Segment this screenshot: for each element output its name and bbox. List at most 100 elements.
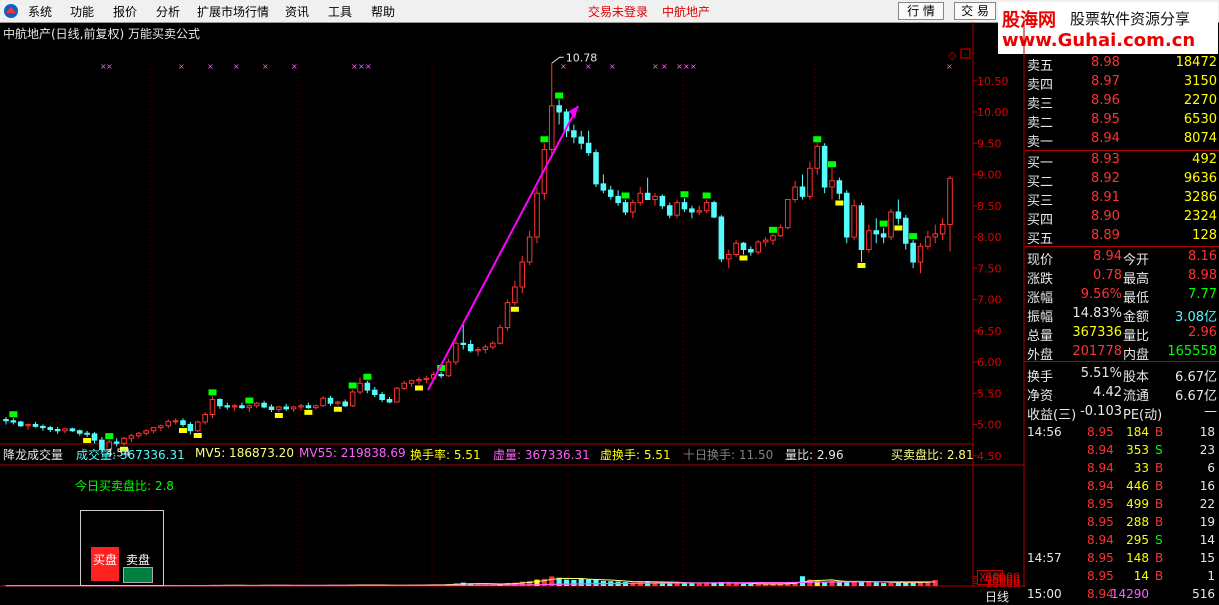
tick-count: 1 xyxy=(1207,569,1215,583)
tick-volume: 184 xyxy=(1126,425,1149,439)
tick-row[interactable]: 8.94295S14 xyxy=(1025,532,1219,550)
price-axis-label: 8.00 xyxy=(977,231,1002,244)
bid-price: 8.90 xyxy=(1091,209,1120,224)
tick-row[interactable]: 8.94446B16 xyxy=(1025,478,1219,496)
tick-count: 14 xyxy=(1200,533,1215,547)
indicator-turnover: 换手率: 5.51 xyxy=(410,446,481,463)
volume-multiplier: X10 xyxy=(977,570,1003,585)
candle-body xyxy=(763,240,768,242)
candle-body xyxy=(173,421,178,422)
ask-volume: 18472 xyxy=(1176,55,1217,70)
volume-bar xyxy=(881,583,886,586)
candle-body xyxy=(660,196,665,205)
candle-body xyxy=(852,206,857,237)
tick-volume: 14290 xyxy=(1111,587,1149,601)
volume-bar xyxy=(564,580,569,586)
stat-label: 涨幅 xyxy=(1027,287,1053,306)
menu-analysis[interactable]: 分析 xyxy=(156,3,180,20)
stat-label: 净资 xyxy=(1027,385,1053,404)
stat-row: 现价8.94今开8.16 xyxy=(1025,248,1219,267)
candle-body xyxy=(269,407,274,410)
candle-body xyxy=(33,425,38,427)
stat-label: 振幅 xyxy=(1027,306,1053,325)
brand-tagline: 股票软件资源分享 xyxy=(1070,8,1190,29)
candle-body xyxy=(446,362,451,376)
volume-bar xyxy=(734,584,739,586)
sell-signal-mark xyxy=(858,263,866,268)
candle-body xyxy=(785,200,790,228)
candle-body xyxy=(653,196,658,199)
menu-extended-market[interactable]: 扩展市场行情 xyxy=(197,3,269,20)
price-axis-label: 10.50 xyxy=(977,75,1009,88)
candle-body xyxy=(586,143,591,152)
tick-row[interactable]: 8.95499B22 xyxy=(1025,496,1219,514)
menu-system[interactable]: 系统 xyxy=(28,3,52,20)
trade-button[interactable]: 交 易 xyxy=(954,2,996,20)
candle-body xyxy=(365,383,370,390)
period-label[interactable]: 日线 xyxy=(985,588,1009,605)
tick-price: 8.94 xyxy=(1087,587,1114,601)
tick-price: 8.94 xyxy=(1087,461,1114,475)
tick-list[interactable]: 14:568.95184B188.94353S238.9433B68.94 446… xyxy=(1025,424,1219,584)
candle-body xyxy=(859,206,864,250)
ask-label: 卖三 xyxy=(1027,93,1053,112)
top-signal-marker: × xyxy=(178,62,185,71)
menu-news[interactable]: 资讯 xyxy=(285,3,309,20)
volume-bar xyxy=(756,584,761,586)
ask-label: 卖四 xyxy=(1027,74,1053,93)
candle-body xyxy=(166,421,171,425)
candle-body xyxy=(461,343,466,344)
stat-value: 8.16 xyxy=(1188,249,1217,264)
menu-function[interactable]: 功能 xyxy=(70,3,94,20)
tick-row[interactable]: 14:568.95184B18 xyxy=(1025,424,1219,442)
candle-body xyxy=(151,428,156,431)
candle-body xyxy=(402,383,407,388)
candle-body xyxy=(454,343,459,362)
tick-volume: 499 xyxy=(1126,497,1149,511)
signal-marks xyxy=(9,93,917,452)
market-button[interactable]: 行 情 xyxy=(898,2,944,20)
bid-row: 买三8.913286 xyxy=(1025,189,1219,208)
sell-signal-mark xyxy=(275,413,283,418)
tick-price: 8.94 xyxy=(1087,479,1114,493)
stat-value: 6.67亿 xyxy=(1175,385,1217,404)
tick-row[interactable]: 15:008.9414290516 xyxy=(1025,586,1219,604)
tick-volume: 446 xyxy=(1126,479,1149,493)
sell-signal-mark xyxy=(304,410,312,415)
menu-quote[interactable]: 报价 xyxy=(113,3,137,20)
candle-body xyxy=(328,398,333,403)
candle-body xyxy=(85,433,90,434)
buy-signal-mark xyxy=(703,193,711,199)
stat-label: 股本 xyxy=(1123,366,1149,385)
tick-row[interactable]: 8.9433B6 xyxy=(1025,460,1219,478)
tick-count: 16 xyxy=(1200,479,1215,493)
top-signal-marker: × xyxy=(683,62,690,71)
indicator-volume-ratio: 量比: 2.96 xyxy=(785,446,844,463)
candle-body xyxy=(417,380,422,381)
candle-body xyxy=(277,407,282,410)
buy-signal-mark xyxy=(540,136,548,142)
candle-body xyxy=(926,237,931,246)
candle-body xyxy=(218,400,223,406)
menu-tools[interactable]: 工具 xyxy=(328,3,352,20)
candle-body xyxy=(844,193,849,237)
ask-volume: 8074 xyxy=(1184,131,1217,146)
tick-row[interactable]: 8.94353S23 xyxy=(1025,442,1219,460)
tick-row[interactable]: 8.95288B19 xyxy=(1025,514,1219,532)
today-bs-ratio: 今日买卖盘比: 2.8 xyxy=(75,477,174,494)
kline-chart[interactable]: 10.5010.009.509.008.508.007.507.006.506.… xyxy=(0,22,1025,587)
price-axis-label: 4.50 xyxy=(977,450,1002,463)
candle-body xyxy=(41,426,46,427)
candle-body xyxy=(704,203,709,211)
candle-body xyxy=(513,287,518,303)
bid-price: 8.92 xyxy=(1091,171,1120,186)
tick-row[interactable]: 14:578.95148B15 xyxy=(1025,550,1219,568)
bid-price: 8.93 xyxy=(1091,152,1120,167)
menu-help[interactable]: 帮助 xyxy=(371,3,395,20)
tick-row[interactable]: 8.9514B1 xyxy=(1025,568,1219,586)
buy-signal-mark xyxy=(349,383,357,389)
candle-body xyxy=(129,436,134,439)
stat-value: 9.56% xyxy=(1081,287,1122,302)
candle-body xyxy=(505,303,510,328)
ask-row: 卖一8.948074 xyxy=(1025,130,1219,149)
